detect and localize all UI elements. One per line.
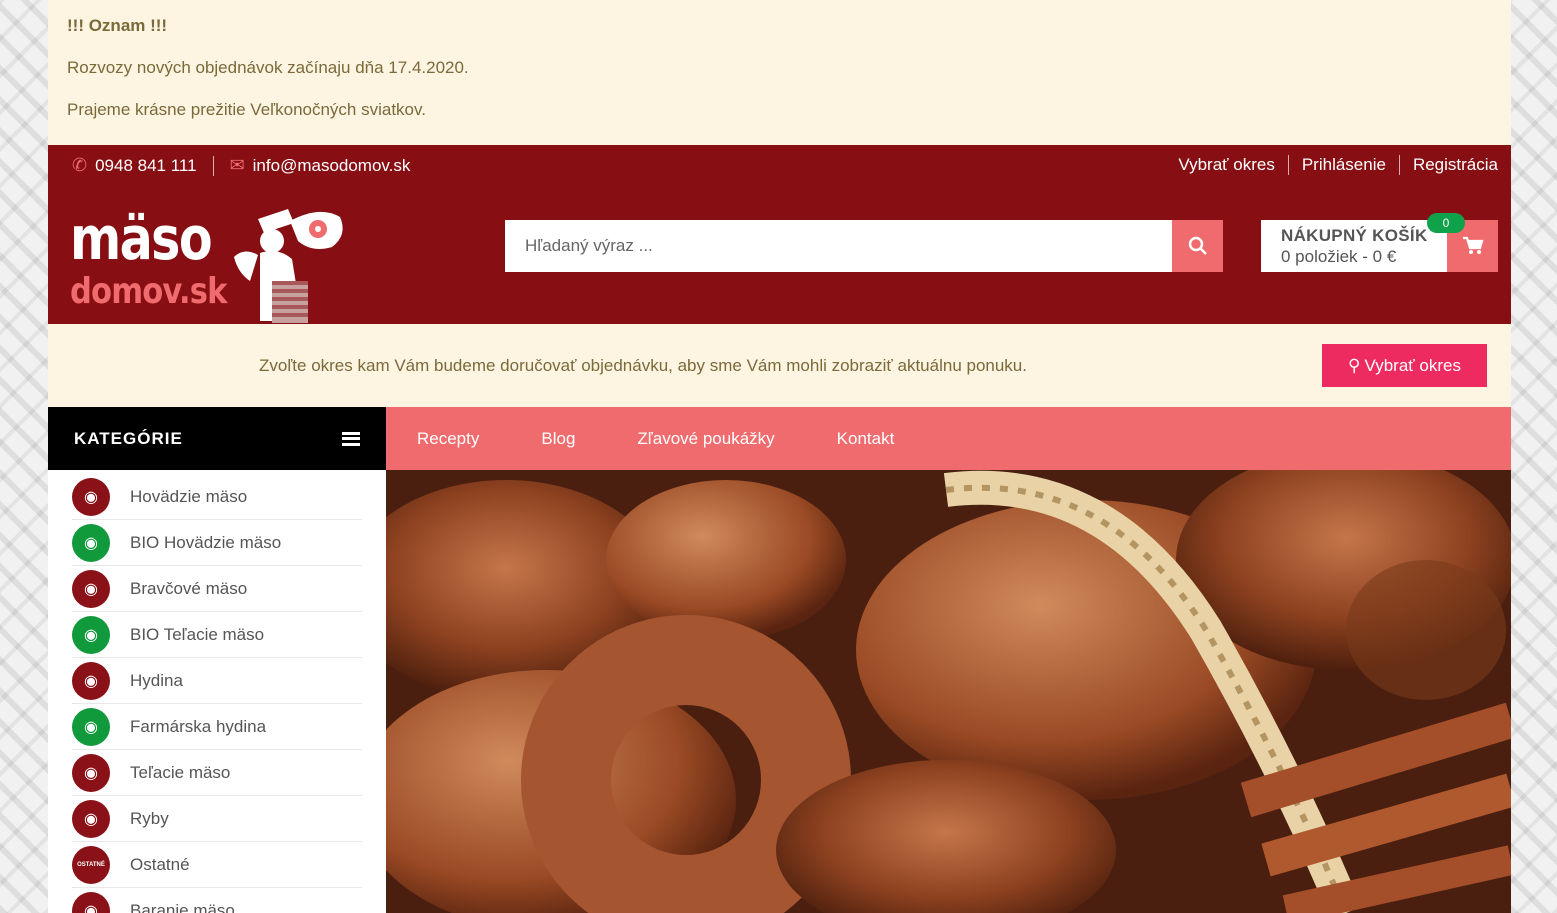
category-item[interactable]: OSTATNÉ Ostatné	[72, 842, 362, 888]
menu-item-vouchers[interactable]: Zľavové poukážky	[637, 429, 774, 449]
cow-icon: ◉	[72, 523, 110, 562]
other-icon: OSTATNÉ	[72, 845, 110, 884]
smoked-meat-photo	[386, 470, 1511, 913]
categories-header[interactable]: KATEGÓRIE	[48, 407, 386, 470]
divider	[212, 155, 214, 176]
pig-icon: ◉	[72, 569, 110, 608]
cart-info: 0 položiek - 0 €	[1281, 247, 1397, 266]
divider	[1398, 155, 1400, 175]
category-item[interactable]: ◉ Hydina	[72, 658, 362, 704]
phone-number: 0948 841 111	[95, 155, 197, 175]
email-address: info@masodomov.sk	[252, 155, 411, 175]
chicken-icon: ◉	[72, 707, 110, 746]
menu-item-blog[interactable]: Blog	[541, 429, 575, 449]
page: !!! Oznam !!! Rozvozy nových objednávok …	[48, 0, 1511, 913]
account-links: Vybrať okres Prihlásenie Registrácia	[1178, 155, 1498, 175]
calf-icon: ◉	[72, 753, 110, 792]
phone-contact[interactable]: ✆ 0948 841 111	[72, 155, 197, 176]
mail-icon: ✉	[229, 155, 245, 175]
category-label: BIO Hovädzie mäso	[130, 532, 282, 552]
category-label: Bravčové mäso	[130, 578, 248, 598]
navigation-row: KATEGÓRIE Recepty Blog Zľavové poukážky …	[48, 407, 1511, 470]
fish-icon: ◉	[72, 799, 110, 838]
notice-line-1: Rozvozy nových objednávok začínaju dňa 1…	[67, 58, 469, 77]
notice-title: !!! Oznam !!!	[67, 16, 168, 35]
notice-banner: !!! Oznam !!! Rozvozy nových objednávok …	[48, 0, 1511, 145]
header: ✆ 0948 841 111 ✉ info@masodomov.sk Vybra…	[48, 145, 1511, 324]
category-item[interactable]: ◉ Ryby	[72, 796, 362, 842]
shopping-cart[interactable]: NÁKUPNÝ KOŠÍK 0 položiek - 0 € 0	[1261, 213, 1498, 272]
topbar: ✆ 0948 841 111 ✉ info@masodomov.sk Vybra…	[72, 155, 1498, 177]
select-district-label: Vybrať okres	[1364, 355, 1461, 375]
register-link[interactable]: Registrácia	[1413, 155, 1498, 175]
category-label: Baranie mäso	[130, 900, 235, 913]
cow-icon: ◉	[72, 477, 110, 516]
district-message: Zvoľte okres kam Vám budeme doručovať ob…	[259, 356, 1027, 375]
category-item[interactable]: ◉ Hovädzie mäso	[72, 474, 362, 520]
butcher-logo-icon	[234, 209, 343, 323]
search-button[interactable]	[1172, 220, 1223, 272]
category-label: Farmárska hydina	[130, 716, 267, 736]
category-item[interactable]: ◉ Teľacie mäso	[72, 750, 362, 796]
phone-icon: ✆	[72, 155, 88, 175]
category-list: ◉ Hovädzie mäso ◉ BIO Hovädzie mäso ◉ Br…	[48, 470, 386, 913]
hero-banner-image[interactable]	[386, 470, 1511, 913]
calf-icon: ◉	[72, 615, 110, 654]
category-item[interactable]: ◉ Farmárska hydina	[72, 704, 362, 750]
category-item[interactable]: ◉ BIO Teľacie mäso	[72, 612, 362, 658]
select-district-button[interactable]: ⚲ Vybrať okres	[1322, 344, 1487, 387]
category-label: BIO Teľacie mäso	[130, 624, 265, 644]
categories-heading: KATEGÓRIE	[74, 428, 183, 448]
cart-title: NÁKUPNÝ KOŠÍK	[1281, 226, 1428, 245]
notice-line-2: Prajeme krásne prežitie Veľkonočných svi…	[67, 100, 426, 119]
category-item[interactable]: ◉ Baranie mäso	[72, 888, 362, 913]
email-contact[interactable]: ✉ info@masodomov.sk	[230, 155, 411, 176]
map-marker-icon: ⚲	[1348, 355, 1361, 375]
category-item[interactable]: ◉ BIO Hovädzie mäso	[72, 520, 362, 566]
cart-summary[interactable]: NÁKUPNÝ KOŠÍK 0 položiek - 0 €	[1261, 220, 1447, 272]
category-label: Ryby	[130, 808, 169, 828]
login-link[interactable]: Prihlásenie	[1302, 155, 1386, 175]
sheep-icon: ◉	[72, 891, 110, 913]
main-menu: Recepty Blog Zľavové poukážky Kontakt	[386, 407, 1511, 470]
search-icon	[1188, 236, 1207, 255]
select-district-link[interactable]: Vybrať okres	[1178, 155, 1274, 175]
category-label: Hydina	[130, 670, 183, 690]
cart-count-badge: 0	[1427, 213, 1465, 233]
background-pattern-right	[1511, 0, 1557, 913]
category-label: Hovädzie mäso	[130, 486, 248, 506]
category-label: Ostatné	[130, 854, 190, 874]
chicken-icon: ◉	[72, 661, 110, 700]
main-content: ◉ Hovädzie mäso ◉ BIO Hovädzie mäso ◉ Br…	[48, 470, 1511, 913]
category-label: Teľacie mäso	[130, 762, 231, 782]
site-logo[interactable]: mäso domov.sk	[70, 201, 350, 323]
menu-item-contact[interactable]: Kontakt	[837, 429, 895, 449]
logo-text-bottom: domov.sk	[70, 271, 228, 312]
search-input[interactable]	[505, 220, 1172, 272]
search-bar	[505, 220, 1223, 272]
background-pattern-left	[0, 0, 48, 913]
hamburger-menu-icon[interactable]	[342, 431, 360, 446]
category-item[interactable]: ◉ Bravčové mäso	[72, 566, 362, 612]
menu-item-recipes[interactable]: Recepty	[417, 429, 479, 449]
contact-info: ✆ 0948 841 111 ✉ info@masodomov.sk	[72, 155, 410, 176]
logo-text-top: mäso	[70, 204, 213, 274]
cart-icon	[1462, 236, 1483, 254]
divider	[1287, 155, 1289, 175]
district-strip: Zvoľte okres kam Vám budeme doručovať ob…	[48, 324, 1511, 407]
